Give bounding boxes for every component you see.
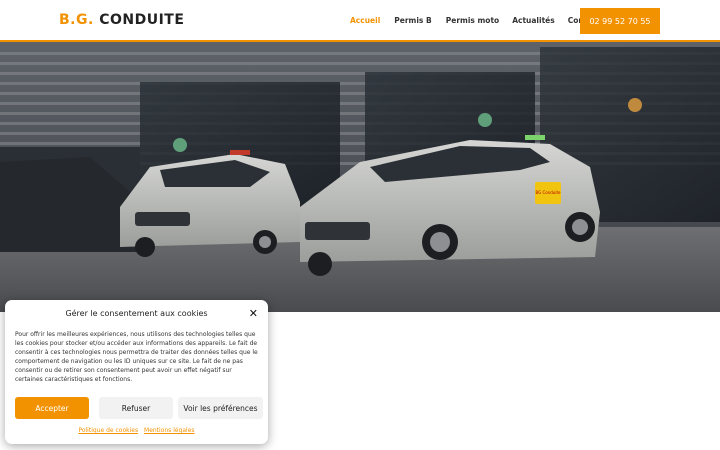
logo-prefix: B.G.: [59, 12, 94, 28]
preferences-button[interactable]: Voir les préférences: [178, 397, 263, 419]
cookie-policy-link[interactable]: Politique de cookies: [78, 427, 138, 434]
nav-permis-moto[interactable]: Permis moto: [446, 16, 499, 25]
cookie-description: Pour offrir les meilleures expériences, …: [15, 331, 258, 383]
nav-permis-b[interactable]: Permis B: [394, 16, 431, 25]
phone-button[interactable]: 02 99 52 70 55: [580, 8, 660, 34]
refuse-button[interactable]: Refuser: [99, 397, 173, 419]
cookie-links: Politique de cookies Mentions légales: [5, 427, 268, 434]
logo-main: CONDUITE: [99, 12, 185, 28]
hero-image: BG Conduite: [0, 42, 720, 312]
legal-notice-link[interactable]: Mentions légales: [144, 427, 195, 434]
nav-actualites[interactable]: Actualités: [512, 16, 555, 25]
close-icon[interactable]: ✕: [249, 307, 258, 320]
cookie-consent-banner: Gérer le consentement aux cookies ✕ Pour…: [5, 300, 268, 444]
nav-accueil[interactable]: Accueil: [350, 16, 380, 25]
main-nav: Accueil Permis B Permis moto Actualités …: [350, 16, 600, 25]
accept-button[interactable]: Accepter: [15, 397, 89, 419]
hero-photo: BG Conduite: [0, 42, 720, 312]
cookie-title: Gérer le consentement aux cookies: [65, 309, 208, 318]
site-logo[interactable]: B.G. CONDUITE: [59, 12, 184, 28]
car-door-sticker-text: BG Conduite: [535, 190, 561, 195]
site-header: B.G. CONDUITE Accueil Permis B Permis mo…: [0, 0, 720, 42]
